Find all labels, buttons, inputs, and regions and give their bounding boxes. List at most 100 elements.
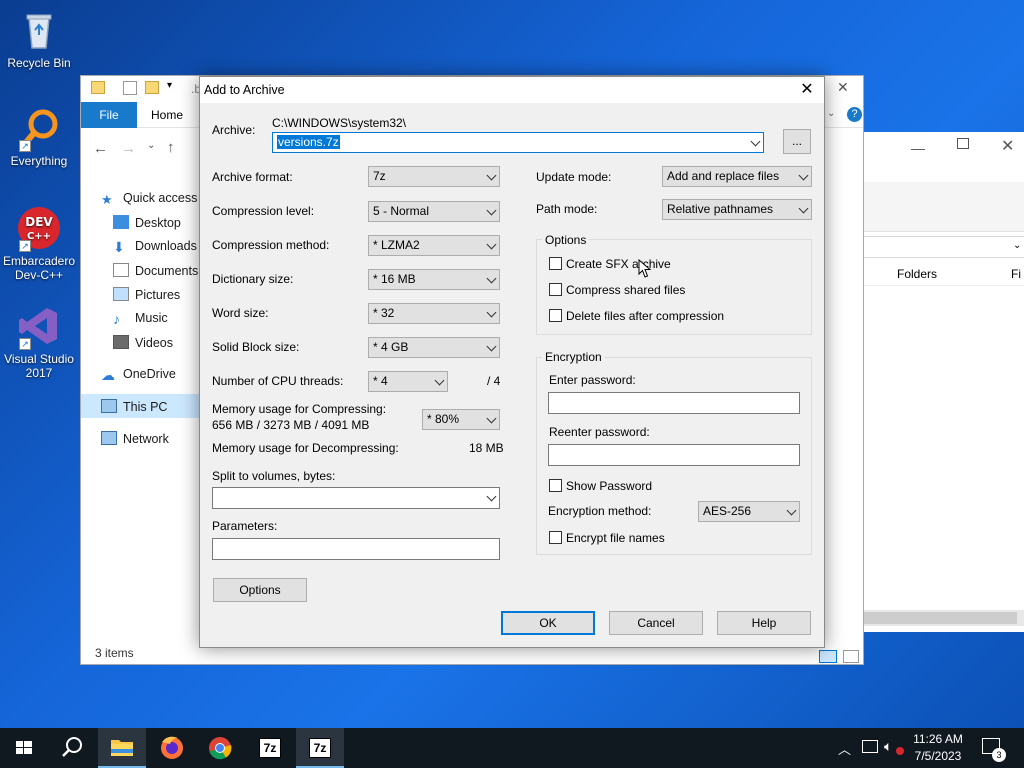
solid-block-size-label: Solid Block size: [212,340,300,354]
options-button[interactable]: Options [213,578,307,602]
path-mode-select[interactable]: Relative pathnames [662,199,812,220]
archive-name-combo[interactable]: versions.7z [272,132,764,153]
password-input[interactable] [548,392,800,414]
quick-access-dropdown-icon[interactable]: ▾ [167,80,172,91]
cpu-threads-select[interactable]: * 4 [368,371,448,392]
column-header-folders[interactable]: Folders [897,267,937,281]
compression-method-select[interactable]: * LZMA2 [368,235,500,256]
desktop-icon-everything[interactable]: ↗ Everything [0,106,78,168]
encryption-method-select[interactable]: AES-256 [698,501,800,522]
encrypt-names-checkbox[interactable]: Encrypt file names [549,531,665,545]
chevron-down-icon [488,410,495,429]
nav-quick-access[interactable]: ★ Quick access [101,191,198,207]
folder-icon [91,81,105,94]
clock-time[interactable]: 11:26 AM [908,732,968,746]
minimize-icon[interactable]: — [911,140,925,156]
back-icon[interactable]: ← [93,140,108,157]
taskbar-7zip-2[interactable]: 7z [296,728,344,768]
update-mode-select[interactable]: Add and replace files [662,166,812,187]
cancel-button[interactable]: Cancel [609,611,703,635]
cloud-icon: ☁ [101,367,115,383]
show-hidden-icons-chevron-icon[interactable]: ︿ [838,739,851,758]
help-button[interactable]: Help [717,611,811,635]
help-icon[interactable]: ? [847,107,862,122]
nav-music[interactable]: ♪ Music [113,311,168,326]
nav-pictures[interactable]: Pictures [113,287,180,302]
path-mode-value: Relative pathnames [667,202,774,216]
column-header-fi[interactable]: Fi [1011,267,1021,281]
nav-videos[interactable]: Videos [113,335,173,350]
visual-studio-icon: ↗ [17,304,61,350]
close-icon[interactable]: ✕ [837,79,849,96]
nav-desktop[interactable]: Desktop [113,215,181,230]
checkbox-box[interactable] [549,531,562,544]
archive-format-select[interactable]: 7z [368,166,500,187]
firefox-icon [161,736,183,759]
compress-shared-checkbox[interactable]: Compress shared files [549,283,685,297]
start-button[interactable] [0,728,48,768]
nav-this-pc[interactable]: This PC [101,399,167,414]
search-button[interactable] [48,728,96,768]
chevron-down-icon[interactable] [752,133,759,152]
details-view-icon[interactable] [819,650,837,663]
tab-file[interactable]: File [81,102,137,128]
dictionary-size-select[interactable]: * 16 MB [368,269,500,290]
dictionary-size-value: * 16 MB [373,272,416,286]
parameters-input[interactable] [212,538,500,560]
word-size-label: Word size: [212,306,269,320]
checkbox-box[interactable] [549,257,562,270]
taskbar-chrome[interactable] [196,728,244,768]
enter-password-label: Enter password: [549,373,636,387]
computer-icon [101,399,117,413]
large-icons-view-icon[interactable] [843,650,859,663]
recent-locations-icon[interactable]: ⌄ [147,140,155,151]
network-tray-icon[interactable] [862,740,878,753]
taskbar-7zip-1[interactable]: 7z [246,728,294,768]
new-folder-icon[interactable] [145,81,159,94]
memory-usage-select[interactable]: * 80% [422,409,500,430]
encryption-method-label: Encryption method: [548,504,652,518]
delete-after-checkbox[interactable]: Delete files after compression [549,309,724,323]
chevron-down-icon[interactable] [488,488,495,507]
chevron-down-icon [788,502,795,521]
taskbar-firefox[interactable] [148,728,196,768]
tab-home[interactable]: Home [151,102,183,128]
nav-onedrive[interactable]: ☁ OneDrive [101,367,176,382]
cpu-threads-label: Number of CPU threads: [212,374,344,388]
clock-date[interactable]: 7/5/2023 [908,749,968,763]
devcpp-icon: DEV C++ ↗ [17,206,61,252]
ribbon-expand-icon[interactable]: ⌄ [827,108,835,119]
chevron-down-icon [488,304,495,323]
desktop-icon-devcpp[interactable]: DEV C++ ↗ Embarcadero Dev-C++ [0,206,78,282]
nav-label: Quick access [123,191,198,205]
solid-block-size-select[interactable]: * 4 GB [368,337,500,358]
show-password-checkbox[interactable]: Show Password [549,479,652,493]
nav-downloads[interactable]: ⬇ Downloads [113,239,197,254]
up-icon[interactable]: ↑ [167,139,175,156]
desktop-icon-recycle-bin[interactable]: Recycle Bin [0,8,78,70]
chevron-down-icon [488,338,495,357]
split-volumes-combo[interactable] [212,487,500,509]
nav-network[interactable]: Network [101,431,169,446]
sfx-checkbox[interactable]: Create SFX archive [549,257,671,271]
checkbox-box[interactable] [549,283,562,296]
compression-level-select[interactable]: 5 - Normal [368,201,500,222]
taskbar-file-explorer[interactable] [98,728,146,768]
checkbox-box[interactable] [549,479,562,492]
nav-documents[interactable]: Documents [113,263,198,278]
ok-button[interactable]: OK [501,611,595,635]
maximize-icon[interactable] [957,138,969,149]
chevron-down-icon[interactable]: ⌄ [1013,240,1021,251]
volume-muted-icon[interactable]: 🔈︎ [884,738,892,755]
forward-icon[interactable]: → [121,140,136,157]
close-icon[interactable]: ✕ [1001,136,1014,156]
close-icon[interactable]: ✕ [790,77,824,103]
checkbox-box[interactable] [549,309,562,322]
videos-icon [113,335,129,349]
checkbox-label: Compress shared files [566,283,686,297]
properties-icon[interactable] [123,81,137,95]
word-size-select[interactable]: * 32 [368,303,500,324]
desktop-icon-visual-studio[interactable]: ↗ Visual Studio 2017 [0,304,78,380]
reenter-password-input[interactable] [548,444,800,466]
browse-button[interactable]: ... [783,129,811,154]
